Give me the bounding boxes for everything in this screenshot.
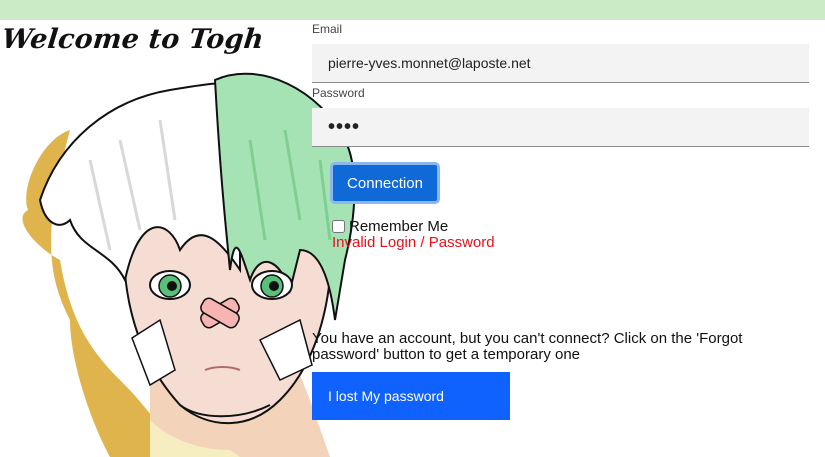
remember-me-label: Remember Me bbox=[349, 218, 449, 235]
password-label: Password bbox=[312, 86, 365, 100]
anime-character-illustration bbox=[0, 20, 360, 457]
remember-me-checkbox[interactable] bbox=[332, 220, 345, 233]
connection-button[interactable]: Connection bbox=[330, 162, 440, 204]
remember-me-option[interactable]: Remember Me bbox=[332, 218, 448, 235]
password-field[interactable] bbox=[312, 108, 809, 147]
email-field[interactable] bbox=[312, 44, 809, 83]
page-title: Welcome to Togh bbox=[0, 24, 266, 55]
top-banner bbox=[0, 0, 825, 20]
lost-password-button[interactable]: I lost My password bbox=[312, 372, 510, 420]
email-label: Email bbox=[312, 22, 343, 36]
login-error-message: Invalid Login / Password bbox=[332, 234, 495, 251]
forgot-password-help-text: You have an account, but you can't conne… bbox=[312, 330, 743, 363]
